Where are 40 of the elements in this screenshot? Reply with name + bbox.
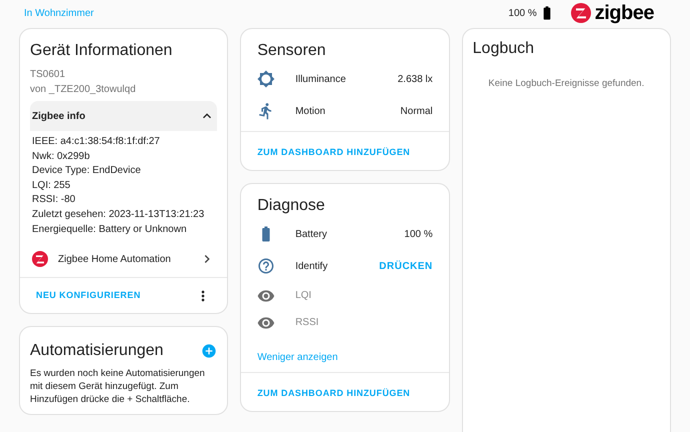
add-icon[interactable] — [201, 343, 218, 360]
show-less-link[interactable]: Weniger anzeigen — [257, 350, 338, 365]
entity-name[interactable]: RSSI — [295, 315, 319, 330]
entity-value: 2.638 lx — [398, 72, 433, 86]
entity-name[interactable]: Illuminance — [295, 72, 346, 86]
zigbee-logo-icon — [32, 251, 48, 268]
automations-empty-text: Es wurden noch keine Automatisierungen mit diesem Gerät hinzugefügt. Zum Hinzufügen drücke die + Schaltfläche. — [29, 367, 206, 408]
entity-value: 100 % — [404, 228, 433, 242]
press-button[interactable]: DRÜCKEN — [379, 258, 433, 274]
card-title: Logbuch — [472, 39, 536, 59]
zigbee-info-line: Nwk: 0x299b — [32, 150, 91, 164]
zigbee-info-header[interactable]: Zigbee info — [30, 101, 218, 131]
zigbee-info-line: IEEE: a4:c1:38:54:f8:1f:df:27 — [32, 135, 161, 149]
zigbee-info-line: Zuletzt gesehen: 2023-11-13T13:21:23 — [32, 208, 206, 222]
reconfigure-button[interactable]: NEU KONFIGURIEREN — [36, 288, 141, 302]
entity-name[interactable]: Motion — [295, 104, 326, 118]
card-title: Automatisierungen — [30, 341, 164, 362]
zigbee-wordmark: zigbee — [594, 3, 654, 23]
battery-level: 100 % — [508, 6, 537, 20]
card-title: Sensoren — [256, 41, 327, 61]
zigbee-info-line: LQI: 255 — [32, 178, 72, 193]
help-icon — [257, 257, 276, 275]
entity-name[interactable]: LQI — [295, 288, 312, 303]
add-to-dashboard-link[interactable]: ZUM DASHBOARD HINZUFÜGEN — [257, 387, 410, 400]
device-manufacturer: von _TZE200_3towulqd — [30, 83, 137, 97]
area-link[interactable]: In Wohnzimmer — [24, 6, 94, 20]
zigbee-info-line: RSSI: -80 — [32, 193, 76, 208]
integration-link[interactable]: Zigbee Home Automation — [58, 252, 200, 267]
logbook-empty-text: Keine Logbuch-Ereignisse gefunden. — [487, 77, 646, 91]
card-title: Diagnose — [256, 196, 326, 216]
zigbee-info-line: Device Type: EndDevice — [32, 164, 142, 178]
zigbee-info-line: Energiequelle: Battery or Unknown — [32, 222, 188, 237]
zigbee-logo-icon — [570, 3, 591, 23]
card-title: Gerät Informationen — [29, 41, 174, 61]
add-to-dashboard-link[interactable]: ZUM DASHBOARD HINZUFÜGEN — [257, 146, 410, 160]
entity-name[interactable]: Battery — [295, 226, 328, 242]
brightness-icon — [257, 70, 276, 88]
entity-name[interactable]: Identify — [295, 258, 328, 274]
entity-value: Normal — [400, 104, 433, 118]
device-model: TS0601 — [30, 68, 66, 82]
